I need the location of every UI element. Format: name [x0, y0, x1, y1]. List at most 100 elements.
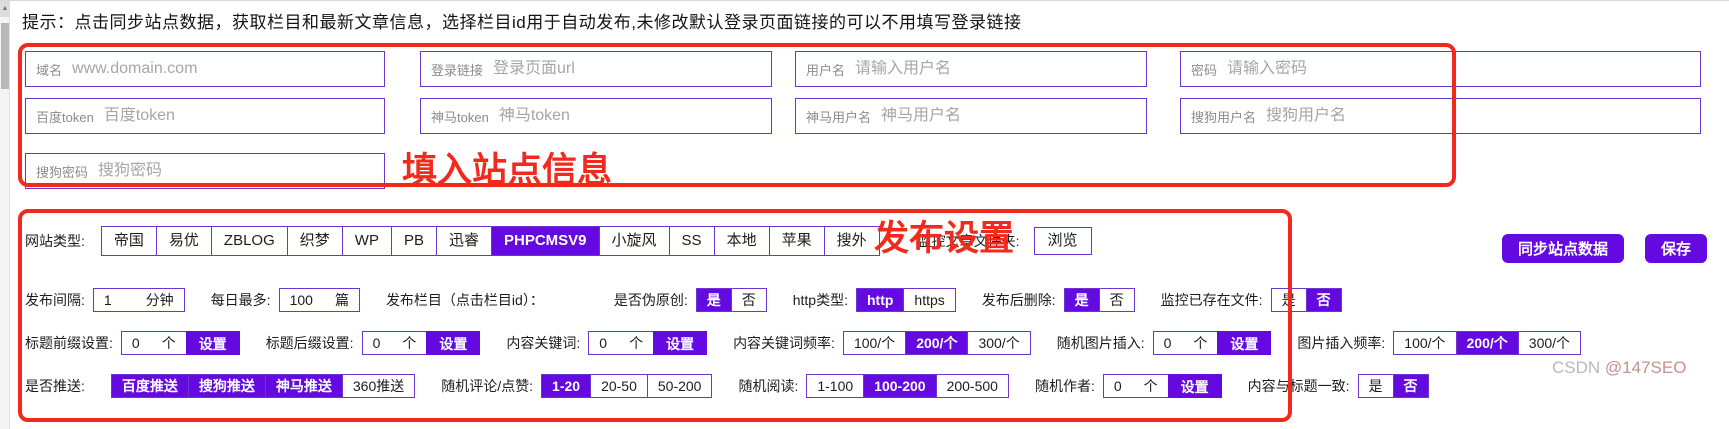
- shenma-user-field[interactable]: 神马用户名: [795, 98, 1147, 134]
- content-keywords-unit: 个: [629, 333, 643, 353]
- random-read-100-200[interactable]: 100-200: [863, 374, 936, 398]
- random-comment-50-200[interactable]: 50-200: [647, 374, 713, 398]
- content-keywords-group: 0 个 设置: [588, 331, 707, 355]
- interval-field[interactable]: 1 分钟: [93, 288, 185, 312]
- random-author-value[interactable]: 0: [1114, 378, 1122, 394]
- delete-after-no[interactable]: 否: [1099, 288, 1135, 312]
- password-input[interactable]: [1227, 60, 1690, 78]
- daily-max-value[interactable]: 100: [290, 292, 313, 308]
- monitor-existing-label: 监控已存在文件:: [1161, 290, 1263, 310]
- random-read-200-500[interactable]: 200-500: [936, 374, 1009, 398]
- daily-max-unit: 篇: [335, 290, 349, 310]
- monitor-existing-no[interactable]: 否: [1306, 288, 1342, 312]
- pseudo-original-yes[interactable]: 是: [696, 288, 732, 312]
- site-type-bendi[interactable]: 本地: [714, 226, 770, 256]
- image-freq-300[interactable]: 300/个: [1518, 331, 1581, 355]
- image-freq-label: 图片插入频率:: [1297, 333, 1385, 353]
- browse-button[interactable]: 浏览: [1034, 227, 1092, 255]
- pseudo-original-no[interactable]: 否: [731, 288, 767, 312]
- site-type-wp[interactable]: WP: [342, 226, 392, 256]
- scrollbar-up-icon[interactable]: ▲: [0, 1, 10, 17]
- title-prefix-set-button[interactable]: 设置: [186, 331, 240, 355]
- login-link-input[interactable]: [493, 60, 761, 78]
- random-read-1-100[interactable]: 1-100: [806, 374, 864, 398]
- monitor-existing-yes[interactable]: 是: [1271, 288, 1307, 312]
- publish-options-row: 发布间隔: 1 分钟 每日最多: 100 篇 发布栏目（点击栏目id）： 是否伪…: [25, 288, 1342, 312]
- interval-value[interactable]: 1: [104, 292, 112, 308]
- baidu-token-label: 百度token: [36, 107, 94, 126]
- title-suffix-field[interactable]: 0 个: [362, 331, 428, 355]
- shenma-token-field[interactable]: 神马token: [420, 98, 772, 134]
- random-comment-options: 1-20 20-50 50-200: [541, 374, 712, 398]
- title-suffix-value[interactable]: 0: [373, 335, 381, 351]
- login-link-field[interactable]: 登录链接: [420, 51, 772, 87]
- username-input[interactable]: [855, 60, 1136, 78]
- push-sogou[interactable]: 搜狗推送: [188, 374, 266, 398]
- random-image-field[interactable]: 0 个: [1153, 331, 1219, 355]
- site-type-pingguo[interactable]: 苹果: [769, 226, 825, 256]
- site-type-label: 网站类型:: [25, 231, 85, 251]
- content-title-match-yes[interactable]: 是: [1358, 374, 1394, 398]
- sogou-user-field[interactable]: 搜狗用户名: [1180, 98, 1701, 134]
- site-type-zblog[interactable]: ZBLOG: [211, 226, 288, 256]
- keyword-freq-300[interactable]: 300/个: [967, 331, 1030, 355]
- title-suffix-unit: 个: [402, 333, 416, 353]
- delete-after-yes[interactable]: 是: [1064, 288, 1100, 312]
- keyword-freq-200[interactable]: 200/个: [905, 331, 968, 355]
- site-type-xiaoxuanfeng[interactable]: 小旋风: [599, 226, 670, 256]
- image-freq-200[interactable]: 200/个: [1456, 331, 1519, 355]
- domain-label: 域名: [36, 60, 62, 79]
- save-button[interactable]: 保存: [1645, 234, 1707, 263]
- site-type-yiyou[interactable]: 易优: [156, 226, 212, 256]
- login-link-label: 登录链接: [431, 60, 483, 79]
- http-option[interactable]: http: [856, 288, 904, 312]
- username-field[interactable]: 用户名: [795, 51, 1147, 87]
- content-keywords-set-button[interactable]: 设置: [653, 331, 707, 355]
- title-suffix-set-button[interactable]: 设置: [426, 331, 480, 355]
- random-author-label: 随机作者:: [1035, 376, 1095, 396]
- monitor-existing-options: 是 否: [1271, 288, 1342, 312]
- domain-input[interactable]: [72, 60, 374, 78]
- site-type-xunrui[interactable]: 迅睿: [436, 226, 492, 256]
- left-scrollbar[interactable]: ▲: [0, 1, 10, 429]
- random-comment-20-50[interactable]: 20-50: [590, 374, 648, 398]
- random-author-set-button[interactable]: 设置: [1168, 374, 1222, 398]
- sogou-pass-input[interactable]: [98, 162, 374, 180]
- content-keywords-value[interactable]: 0: [599, 335, 607, 351]
- domain-field[interactable]: 域名: [25, 51, 385, 87]
- baidu-token-input[interactable]: [104, 107, 374, 125]
- push-baidu[interactable]: 百度推送: [111, 374, 189, 398]
- shenma-token-input[interactable]: [499, 107, 761, 125]
- image-freq-100[interactable]: 100/个: [1393, 331, 1456, 355]
- site-type-phpcmsv9[interactable]: PHPCMSV9: [491, 226, 600, 256]
- random-comment-1-20[interactable]: 1-20: [541, 374, 591, 398]
- content-title-match-options: 是 否: [1358, 374, 1429, 398]
- https-option[interactable]: https: [903, 288, 955, 312]
- random-image-value[interactable]: 0: [1164, 335, 1172, 351]
- daily-max-field[interactable]: 100 篇: [279, 288, 360, 312]
- random-image-set-button[interactable]: 设置: [1217, 331, 1271, 355]
- site-type-zhimeng[interactable]: 织梦: [287, 226, 343, 256]
- title-prefix-value[interactable]: 0: [132, 335, 140, 351]
- sogou-pass-field[interactable]: 搜狗密码: [25, 153, 385, 189]
- sogou-user-input[interactable]: [1266, 107, 1690, 125]
- baidu-token-field[interactable]: 百度token: [25, 98, 385, 134]
- site-type-diguo[interactable]: 帝国: [101, 226, 157, 256]
- content-keywords-field[interactable]: 0 个: [588, 331, 654, 355]
- password-field[interactable]: 密码: [1180, 51, 1701, 87]
- content-title-match-no[interactable]: 否: [1393, 374, 1429, 398]
- site-type-ss[interactable]: SS: [669, 226, 715, 256]
- interval-unit: 分钟: [146, 290, 174, 310]
- push-360[interactable]: 360推送: [342, 374, 415, 398]
- scrollbar-thumb[interactable]: [1, 23, 9, 89]
- title-prefix-field[interactable]: 0 个: [121, 331, 187, 355]
- sync-site-data-button[interactable]: 同步站点数据: [1502, 234, 1624, 263]
- site-type-souwai[interactable]: 搜外: [824, 226, 880, 256]
- page: ▲ 提示：点击同步站点数据，获取栏目和最新文章信息，选择栏目id用于自动发布,未…: [0, 0, 1729, 429]
- shenma-user-input[interactable]: [881, 107, 1136, 125]
- push-shenma[interactable]: 神马推送: [265, 374, 343, 398]
- site-type-pb[interactable]: PB: [391, 226, 437, 256]
- random-comment-label: 随机评论/点赞:: [441, 376, 533, 396]
- keyword-freq-100[interactable]: 100/个: [843, 331, 906, 355]
- random-author-field[interactable]: 0 个: [1103, 374, 1169, 398]
